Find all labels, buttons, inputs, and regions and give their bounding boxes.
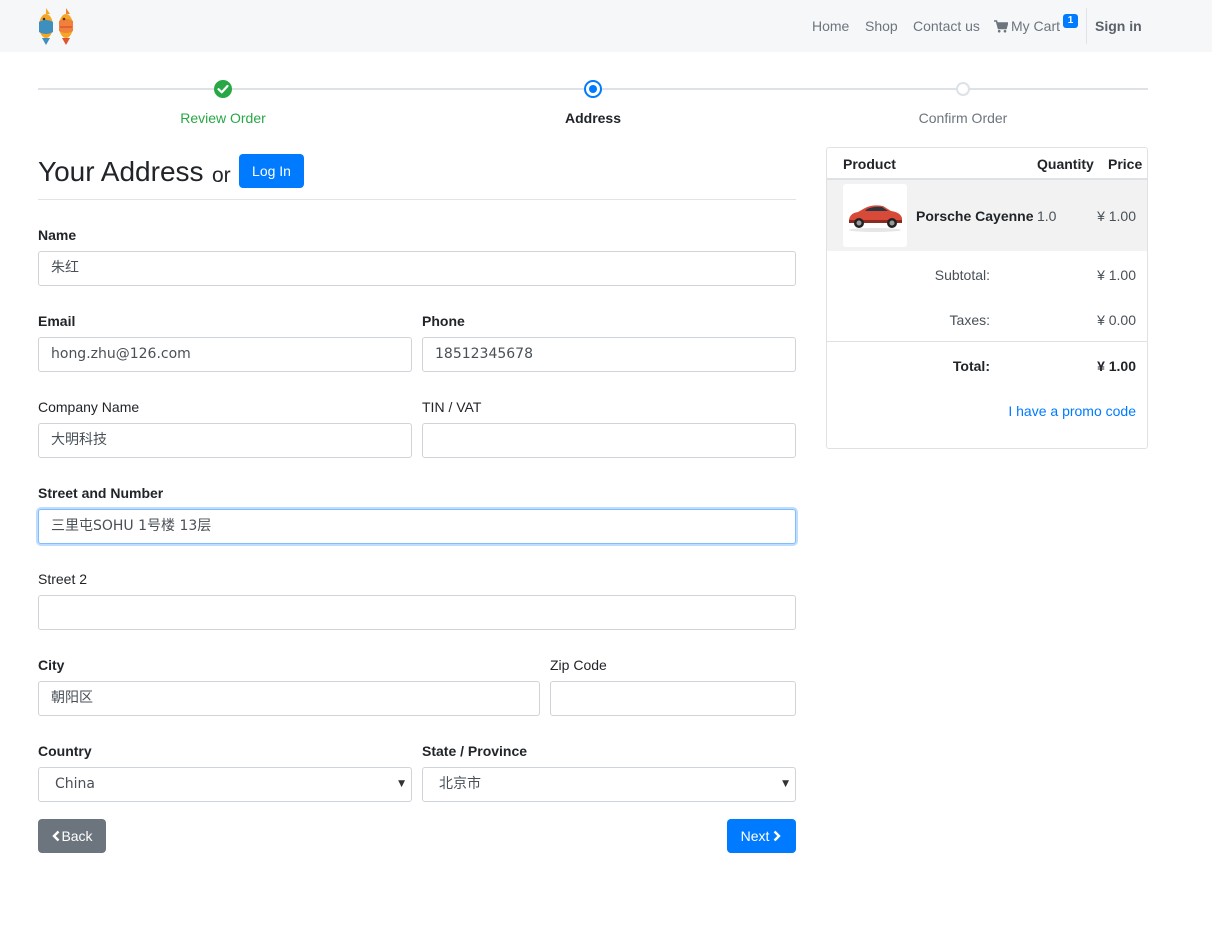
page-title: Your Address	[38, 156, 204, 187]
nav-divider	[1086, 8, 1087, 44]
phone-input[interactable]: 18512345678	[422, 337, 796, 372]
check-icon	[217, 84, 229, 94]
order-summary-panel: Product Quantity Price Porsche Cayenne 1…	[826, 147, 1148, 449]
state-selected-value: 北京市	[439, 776, 481, 792]
street2-input[interactable]	[38, 595, 796, 630]
step-confirm-pending-icon	[956, 82, 970, 96]
subtotal-value: ¥ 1.00	[1097, 267, 1136, 283]
company-name-label: Company Name	[38, 399, 140, 415]
chevron-right-icon	[774, 830, 782, 842]
nav-contact-link[interactable]: Contact us	[913, 18, 980, 34]
tin-vat-label: TIN / VAT	[422, 399, 482, 415]
product-quantity: 1.0	[1037, 208, 1057, 224]
car-image-icon	[849, 205, 902, 232]
subtotal-label: Subtotal:	[934, 267, 990, 283]
back-button[interactable]: Back	[38, 819, 106, 853]
step-review-order[interactable]: Review Order	[123, 110, 323, 126]
email-input[interactable]: hong.zhu@126.com	[38, 337, 412, 372]
product-name[interactable]: Porsche Cayenne	[916, 208, 1034, 224]
zip-code-input[interactable]	[550, 681, 796, 716]
next-button[interactable]: Next	[727, 819, 796, 853]
cart-count-badge: 1	[1063, 14, 1078, 28]
country-select[interactable]: China ▼	[38, 767, 412, 802]
total-value: ¥ 1.00	[1097, 358, 1136, 374]
logo-fish-icon[interactable]	[36, 6, 78, 46]
name-label: Name	[38, 227, 77, 243]
sign-in-link[interactable]: Sign in	[1095, 18, 1142, 34]
street-input[interactable]: 三里屯SOHU 1号楼 13层	[38, 509, 796, 544]
street-label: Street and Number	[38, 485, 164, 501]
zip-code-label: Zip Code	[550, 657, 607, 673]
dropdown-arrow-icon: ▼	[782, 779, 789, 789]
back-button-label: Back	[61, 828, 93, 844]
tin-vat-input[interactable]	[422, 423, 796, 458]
navbar: Home Shop Contact us My Cart 1 Sign in	[0, 0, 1212, 52]
nav-cart-link[interactable]: My Cart	[994, 18, 1060, 34]
quantity-column-header: Quantity	[1037, 156, 1094, 172]
nav-home-link[interactable]: Home	[812, 18, 849, 34]
log-in-button[interactable]: Log In	[239, 154, 304, 188]
title-or-text: or	[212, 164, 231, 187]
cart-item-row: Porsche Cayenne 1.0 ¥ 1.00	[827, 180, 1147, 251]
next-button-label: Next	[740, 828, 770, 844]
state-label: State / Province	[422, 743, 528, 759]
nav-shop-link[interactable]: Shop	[865, 18, 898, 34]
product-column-header: Product	[843, 156, 896, 172]
title-divider	[38, 199, 796, 200]
total-divider	[827, 341, 1147, 342]
email-label: Email	[38, 313, 76, 329]
taxes-value: ¥ 0.00	[1097, 312, 1136, 328]
taxes-label: Taxes:	[949, 312, 990, 328]
dropdown-arrow-icon: ▼	[398, 779, 405, 789]
step-address-current-icon	[584, 80, 602, 98]
country-selected-value: China	[55, 776, 95, 792]
company-name-input[interactable]: 大明科技	[38, 423, 412, 458]
price-column-header: Price	[1108, 156, 1143, 172]
nav-cart-label: My Cart	[1011, 18, 1060, 34]
city-input[interactable]: 朝阳区	[38, 681, 540, 716]
phone-label: Phone	[422, 313, 465, 329]
chevron-left-icon	[52, 830, 60, 842]
step-address: Address	[564, 110, 622, 126]
promo-code-link[interactable]: I have a promo code	[1008, 403, 1136, 419]
state-select[interactable]: 北京市 ▼	[422, 767, 796, 802]
shopping-cart-icon	[994, 19, 1008, 32]
street2-label: Street 2	[38, 571, 88, 587]
city-label: City	[38, 657, 65, 673]
product-price: ¥ 1.00	[1097, 208, 1136, 224]
step-review-done-icon	[214, 80, 232, 98]
name-input[interactable]: 朱红	[38, 251, 796, 286]
step-confirm-order: Confirm Order	[918, 110, 1008, 126]
country-label: Country	[38, 743, 92, 759]
total-label: Total:	[952, 358, 990, 374]
product-thumbnail[interactable]	[843, 184, 907, 247]
